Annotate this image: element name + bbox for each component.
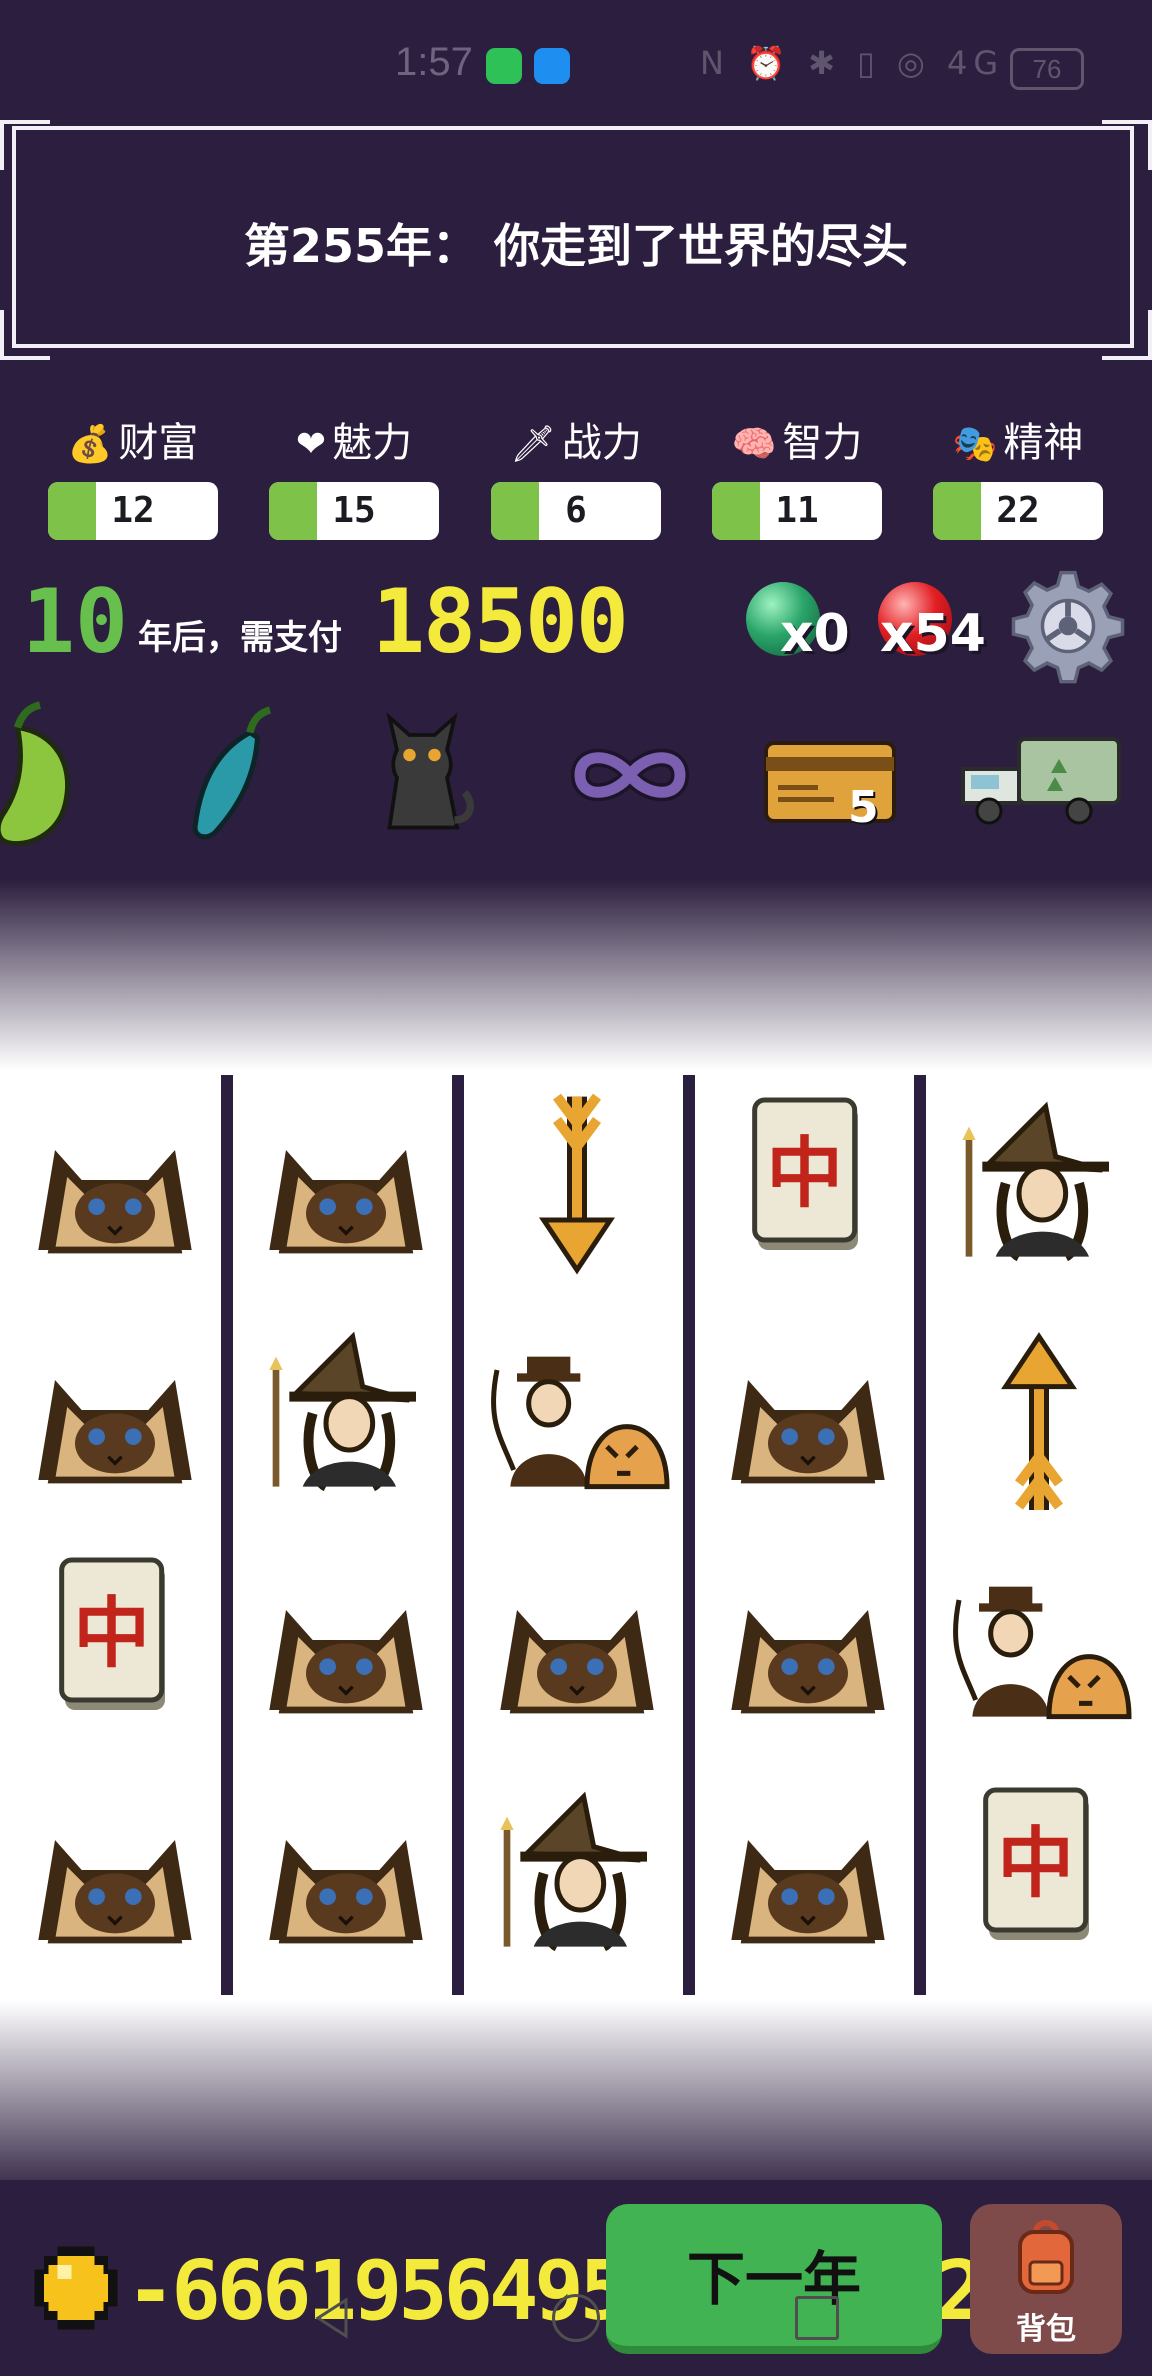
stats-panel: 💰 财富 12 ❤ 魅力 15 🗡 战力 6 🧠 智力 11 🎭 精神 22: [0, 360, 1152, 550]
backpack-label: 背包: [1016, 2312, 1076, 2347]
message-icon: [534, 48, 570, 84]
green-pepper-icon[interactable]: [0, 700, 100, 850]
stat-label: 魅力: [332, 420, 413, 466]
green-orb-count: x0: [780, 604, 850, 664]
svg-text:中: 中: [997, 1820, 1074, 1909]
tamer-with-tiger-icon[interactable]: [939, 1550, 1139, 1750]
siamese-cat-icon[interactable]: [708, 1550, 908, 1750]
siamese-cat-icon[interactable]: [15, 1090, 215, 1290]
mahjong-zhong-icon[interactable]: 中: [939, 1780, 1139, 1980]
siamese-cat-icon[interactable]: [246, 1780, 446, 1980]
bottom-bar: -6661956495 2 下一年 背包: [0, 2180, 1152, 2376]
year-banner: 第255年： 你走到了世界的尽头: [0, 120, 1152, 360]
stat-value: 6: [565, 490, 587, 531]
status-bar: 1:57 N ⏰ ✱ ▯ ◎ 4G 76: [0, 0, 1152, 120]
gradient-fade: [0, 2000, 1152, 2200]
nav-back-icon[interactable]: [312, 2296, 352, 2340]
stat-label: 精神: [1003, 420, 1084, 466]
brain-icon: 🧠: [731, 424, 777, 465]
siamese-cat-icon[interactable]: [246, 1550, 446, 1750]
blue-pepper-icon[interactable]: [160, 700, 300, 850]
column-divider: [221, 1075, 233, 1995]
banner-title: 第255年： 你走到了世界的尽头: [243, 219, 909, 273]
black-cat-icon[interactable]: [352, 700, 492, 850]
coin-icon: [34, 2246, 118, 2330]
stat-charm[interactable]: ❤ 魅力 15: [269, 410, 439, 540]
settings-gear-icon[interactable]: [1010, 568, 1126, 684]
frame-corner-ornament: [1102, 310, 1152, 360]
stat-wealth[interactable]: 💰 财富 12: [48, 410, 218, 540]
frame-corner-ornament: [0, 310, 50, 360]
stat-bar: 6: [491, 482, 661, 540]
relic-row: 5: [0, 690, 1152, 880]
frame-corner-ornament: [0, 120, 50, 170]
money-bag-icon: 💰: [67, 424, 113, 465]
arrow-up-icon[interactable]: [939, 1320, 1139, 1520]
heart-icon: ❤: [295, 424, 327, 465]
svg-text:中: 中: [766, 1130, 843, 1219]
siamese-cat-icon[interactable]: [246, 1090, 446, 1290]
stat-intelligence[interactable]: 🧠 智力 11: [712, 410, 882, 540]
arrow-down-icon[interactable]: [477, 1090, 677, 1290]
payment-text: 年后，需支付: [138, 618, 342, 658]
column-divider: [683, 1075, 695, 1995]
mahjong-zhong-icon[interactable]: 中: [15, 1550, 215, 1750]
witch-icon[interactable]: [939, 1090, 1139, 1290]
theater-mask-icon: 🎭: [952, 424, 998, 465]
gradient-fade: [0, 880, 1152, 1070]
stat-spirit[interactable]: 🎭 精神 22: [933, 410, 1103, 540]
next-year-button[interactable]: 下一年: [606, 2204, 942, 2354]
nav-recent-icon[interactable]: [795, 2296, 839, 2340]
stat-label: 智力: [782, 420, 863, 466]
witch-icon[interactable]: [246, 1320, 446, 1520]
siamese-cat-icon[interactable]: [477, 1550, 677, 1750]
red-orb-count: x54: [880, 604, 986, 664]
svg-text:中: 中: [73, 1590, 150, 1679]
siamese-cat-icon[interactable]: [15, 1320, 215, 1520]
siamese-cat-icon[interactable]: [15, 1780, 215, 1980]
slot-grid: 中 中 中: [0, 1070, 1152, 2000]
mahjong-zhong-icon[interactable]: 中: [708, 1090, 908, 1290]
stat-value: 11: [775, 490, 819, 531]
backpack-icon: [1018, 2220, 1074, 2294]
stat-value: 12: [111, 490, 155, 531]
garbage-truck-icon[interactable]: [955, 700, 1125, 850]
sword-icon: 🗡: [510, 424, 556, 465]
credit-card-icon[interactable]: 5: [760, 700, 900, 850]
status-icons: N ⏰ ✱ ▯ ◎ 4G: [700, 44, 1005, 82]
frame-corner-ornament: [1102, 120, 1152, 170]
payment-row: 10 年后，需支付 18500 x0 x54: [0, 560, 1152, 684]
stat-bar: 11: [712, 482, 882, 540]
stat-label: 财富: [118, 420, 199, 466]
column-divider: [914, 1075, 926, 1995]
infinity-icon[interactable]: [560, 700, 700, 850]
battery-icon: 76: [1010, 48, 1084, 90]
siamese-cat-icon[interactable]: [708, 1780, 908, 1980]
stat-bar: 15: [269, 482, 439, 540]
relic-badge: 5: [848, 782, 879, 833]
stat-label: 战力: [561, 420, 642, 466]
stat-bar: 12: [48, 482, 218, 540]
stat-value: 22: [996, 490, 1040, 531]
column-divider: [452, 1075, 464, 1995]
years-remaining: 10: [22, 570, 128, 673]
nav-home-icon[interactable]: [552, 2294, 600, 2342]
backpack-button[interactable]: 背包: [970, 2204, 1122, 2354]
tamer-with-tiger-icon[interactable]: [477, 1320, 677, 1520]
stat-combat[interactable]: 🗡 战力 6: [491, 410, 661, 540]
wechat-icon: [486, 48, 522, 84]
siamese-cat-icon[interactable]: [708, 1320, 908, 1520]
stat-value: 15: [332, 490, 376, 531]
witch-icon[interactable]: [477, 1780, 677, 1980]
payment-amount: 18500: [372, 570, 629, 673]
status-time: 1:57: [395, 40, 473, 84]
stat-bar: 22: [933, 482, 1103, 540]
